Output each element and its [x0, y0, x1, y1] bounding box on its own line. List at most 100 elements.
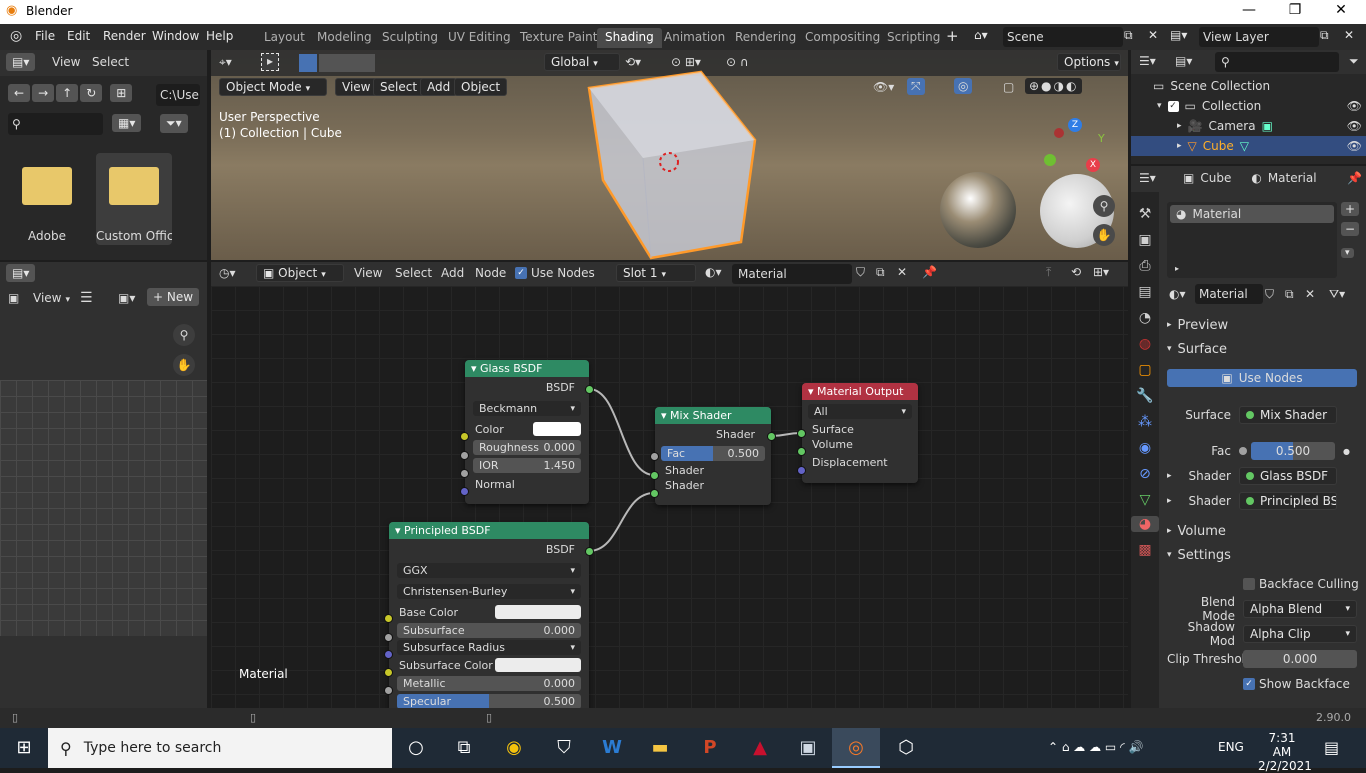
3d-viewer-icon[interactable]: ⬡: [882, 728, 930, 768]
node-header[interactable]: ▾ Glass BSDF: [465, 360, 589, 377]
principled-subsurface-color-socket[interactable]: [384, 668, 393, 677]
mix-fac-socket[interactable]: [650, 452, 659, 461]
view-layer-tab-icon[interactable]: ▤: [1131, 284, 1159, 300]
expand-icon[interactable]: ▸: [1175, 264, 1179, 273]
unlink-material-icon[interactable]: ✕: [1305, 287, 1315, 301]
snap-icon[interactable]: ⊙ ⊞▾: [671, 55, 701, 69]
filter-icon[interactable]: ⏷: [1349, 54, 1359, 69]
new-folder-icon[interactable]: ⊞: [110, 84, 133, 102]
principled-bsdf-node[interactable]: ▾ Principled BSDF BSDF GGX ▾ Christensen-…: [389, 522, 589, 708]
powerpoint-icon[interactable]: P: [686, 728, 734, 768]
glass-roughness-socket[interactable]: [460, 451, 469, 460]
shading-mode-icons[interactable]: ⊕●◑◐: [1025, 78, 1083, 94]
tab-uv-editing[interactable]: UV Editing: [440, 28, 519, 48]
glass-normal-socket[interactable]: [460, 487, 469, 496]
ie-view-menu[interactable]: View ▾: [33, 291, 70, 305]
zoom-icon[interactable]: ⚲: [173, 324, 195, 346]
output-volume-socket[interactable]: [797, 447, 806, 456]
menu-file[interactable]: File: [35, 29, 55, 43]
constraints-tab-icon[interactable]: ⊘: [1131, 466, 1159, 482]
tab-layout[interactable]: Layout: [256, 28, 313, 48]
editor-type-icon[interactable]: ▤▾: [6, 264, 36, 282]
menu-window[interactable]: Window: [152, 29, 199, 43]
tab-scripting[interactable]: Scripting: [879, 28, 948, 48]
glass-bsdf-node[interactable]: ▾ Glass BSDF BSDF Beckmann ▾ Color Roughn…: [465, 360, 589, 504]
shader-node-editor[interactable]: ◷▾ ▣ Object ▾ View Select Add Node ✓ Use N…: [211, 262, 1128, 708]
material-browse-icon[interactable]: ◐▾: [1169, 287, 1186, 301]
panel-surface[interactable]: ▾ Surface: [1167, 338, 1227, 360]
panel-preview[interactable]: ▸ Preview: [1167, 314, 1228, 336]
fb-view-menu[interactable]: View: [52, 55, 80, 69]
use-nodes-button[interactable]: ▣ Use Nodes: [1167, 369, 1357, 387]
principled-subsurface-socket[interactable]: [384, 633, 393, 642]
language-indicator[interactable]: ENG: [1218, 740, 1244, 754]
subsurface-field[interactable]: Subsurface 0.000: [397, 623, 581, 638]
material-name-field[interactable]: Material: [1195, 284, 1263, 304]
subsurface-method-dropdown[interactable]: Christensen-Burley ▾: [397, 584, 581, 599]
3d-viewport[interactable]: ⌖▾ ▸ Global ▾ ⟲▾ ⊙ ⊞▾ ⊙ ∩ Options ▾ Object…: [211, 50, 1128, 260]
subsurface-color-swatch[interactable]: [495, 658, 581, 672]
hand-icon[interactable]: ✋: [173, 354, 195, 376]
shader1-field[interactable]: Glass BSDF: [1239, 467, 1337, 485]
object-tab-icon[interactable]: ▢: [1131, 362, 1159, 378]
roughness-field[interactable]: Roughness 0.000: [473, 440, 581, 455]
vp-select-menu[interactable]: Select: [373, 78, 425, 96]
principled-metallic-socket[interactable]: [384, 686, 393, 695]
view-layer-icon[interactable]: ▤▾: [1170, 28, 1187, 42]
blender-menu-icon[interactable]: ◎: [10, 28, 22, 44]
add-workspace-icon[interactable]: +: [946, 27, 959, 45]
editor-type-icon[interactable]: ☰▾: [1139, 54, 1156, 68]
proportional-edit-icon[interactable]: ⊙ ∩: [726, 55, 749, 69]
fb-search-input[interactable]: ⚲: [8, 113, 103, 135]
transform-orientation[interactable]: Global ▾: [544, 53, 620, 71]
expand-icon[interactable]: ▸: [1167, 471, 1181, 481]
glass-ior-socket[interactable]: [460, 469, 469, 478]
image-browse-icon[interactable]: ▣▾: [118, 291, 135, 305]
material-slot-list[interactable]: ◕ Material ▸: [1167, 202, 1337, 278]
checkbox-checked-icon[interactable]: ✓: [1167, 100, 1179, 112]
tab-animation[interactable]: Animation: [656, 28, 733, 48]
file-explorer-icon[interactable]: ▬: [636, 728, 684, 768]
windows-start-icon[interactable]: ⊞: [0, 728, 48, 768]
scene-collection-row[interactable]: ▭ Scene Collection: [1153, 79, 1270, 93]
output-displacement-socket[interactable]: [797, 466, 806, 475]
refresh-icon[interactable]: ↻: [80, 84, 103, 102]
scene-field[interactable]: Scene: [1003, 27, 1123, 47]
options-dropdown[interactable]: Options ▾: [1057, 53, 1121, 71]
blend-mode-dropdown[interactable]: Alpha Blend ▾: [1243, 600, 1357, 618]
gizmo-toggle-icon[interactable]: ⤧: [907, 78, 925, 95]
new-scene-icon[interactable]: ⧉: [1124, 28, 1133, 43]
axis-x-icon[interactable]: X: [1086, 158, 1100, 172]
chrome-icon[interactable]: ◉: [490, 728, 538, 768]
data-tab-icon[interactable]: ▽: [1131, 492, 1159, 508]
ior-field[interactable]: IOR 1.450: [473, 458, 581, 473]
menu-edit[interactable]: Edit: [67, 29, 90, 43]
fac-slider[interactable]: 0.500: [1251, 442, 1335, 460]
vp-view-menu[interactable]: View: [335, 78, 378, 96]
outliner-row[interactable]: ▸ 🎥 Camera ▣ 👁: [1177, 119, 1362, 133]
principled-subsurface-radius-socket[interactable]: [384, 650, 393, 659]
axis-y-icon[interactable]: Y: [1098, 132, 1105, 145]
navigation-gizmo[interactable]: Z Y X: [1040, 110, 1120, 190]
outliner-search-input[interactable]: ⚲: [1215, 52, 1339, 72]
new-image-button[interactable]: + New: [147, 288, 200, 306]
visibility-icon[interactable]: 👁▾: [873, 80, 894, 94]
surface-shader-field[interactable]: Mix Shader: [1239, 406, 1337, 424]
eye-icon[interactable]: 👁: [1347, 99, 1362, 113]
menu-render[interactable]: Render: [103, 29, 146, 43]
axis-neg-y-icon[interactable]: [1044, 154, 1056, 166]
color-swatch[interactable]: [533, 422, 581, 436]
back-icon[interactable]: ←: [8, 84, 31, 102]
target-dropdown[interactable]: All ▾: [808, 404, 912, 419]
menu-help[interactable]: Help: [206, 29, 233, 43]
minimize-icon[interactable]: —: [1226, 2, 1272, 18]
display-mode-icon[interactable]: ▤▾: [1175, 54, 1192, 68]
particles-tab-icon[interactable]: ⁂: [1131, 414, 1159, 430]
output-surface-socket[interactable]: [797, 429, 806, 438]
base-color-input[interactable]: Base Color: [399, 605, 581, 619]
material-output-node[interactable]: ▾ Material Output All ▾ Surface Volume Di…: [802, 383, 918, 483]
path-field[interactable]: C:\Use: [156, 84, 200, 106]
link-icon[interactable]: ⛛▾: [1329, 287, 1345, 302]
show-backface-checkbox[interactable]: ✓ Show Backface: [1243, 673, 1350, 695]
tray-icons[interactable]: ⌃ ⌂ ☁ ☁ ▭ ◜ 🔊: [1048, 740, 1143, 754]
